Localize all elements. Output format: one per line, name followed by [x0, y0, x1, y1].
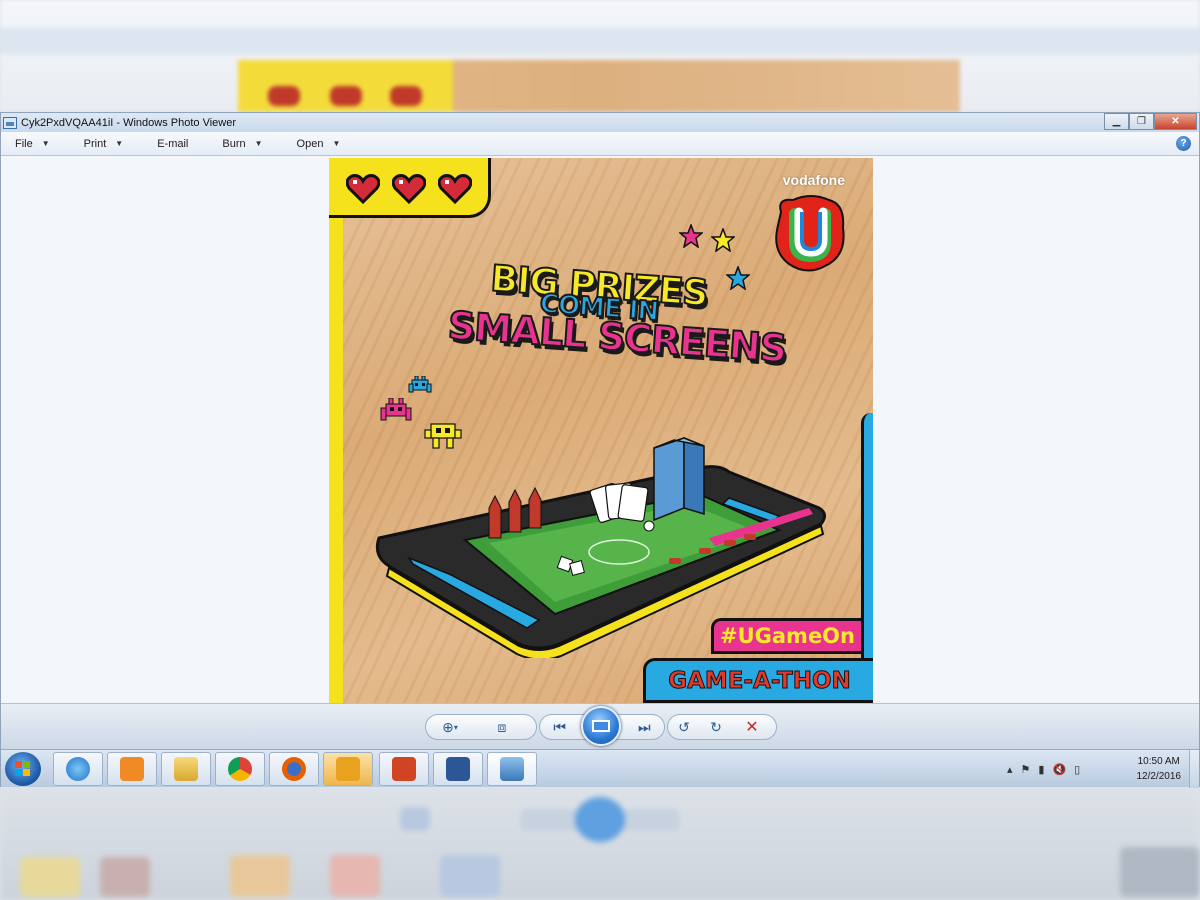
- viewer-controls: ⊕ ▾ ⧈ ⏮ ⏭ ↺ ↻ ✕: [1, 703, 1199, 749]
- background-thumbnail: [238, 60, 960, 112]
- chevron-down-icon: ▼: [41, 139, 50, 148]
- taskbar-firefox[interactable]: [269, 752, 319, 786]
- taskbar-chrome[interactable]: [215, 752, 265, 786]
- image-viewport[interactable]: vodafone BIG PRIZES COME IN SMALL SCREEN…: [1, 157, 1199, 703]
- media-player-icon: [120, 757, 144, 781]
- menu-open[interactable]: Open ▼: [291, 136, 347, 152]
- photo-viewer-icon: [3, 116, 17, 129]
- background-blur-top: [0, 0, 1200, 112]
- taskbar: ▴ ⚑ ▮ 🔇 ▯ 10:50 AM 12/2/2016: [1, 749, 1199, 788]
- actual-size-icon[interactable]: ⧈: [474, 719, 530, 736]
- menu-file[interactable]: File ▼: [9, 136, 56, 152]
- folder-icon: [174, 757, 198, 781]
- zoom-icon[interactable]: ⊕ ▾: [426, 719, 474, 736]
- rotate-clockwise-icon[interactable]: ↻: [700, 719, 732, 736]
- action-center-flag-icon[interactable]: ⚑: [1021, 763, 1031, 776]
- chevron-down-icon: ▼: [332, 139, 341, 148]
- taskbar-file-explorer[interactable]: [161, 752, 211, 786]
- star-icon: [711, 228, 735, 252]
- windows-logo-icon: [15, 761, 30, 776]
- network-signal-icon[interactable]: ▮: [1038, 763, 1044, 776]
- window-title: Cyk2PxdVQAA41iI - Windows Photo Viewer: [21, 116, 236, 129]
- taskbar-media-player[interactable]: [107, 752, 157, 786]
- lives-hearts: [345, 174, 473, 205]
- taskbar-photo-viewer[interactable]: [487, 752, 537, 786]
- help-icon[interactable]: ?: [1176, 136, 1191, 151]
- rotate-counterclockwise-icon[interactable]: ↺: [668, 719, 700, 736]
- taskbar-internet-explorer[interactable]: [53, 752, 103, 786]
- battery-icon[interactable]: ▯: [1074, 763, 1080, 776]
- headline: BIG PRIZES COME IN SMALL SCREENS: [389, 257, 809, 371]
- outlook-icon: [336, 757, 360, 781]
- photo-viewer-icon: [500, 757, 524, 781]
- clock-time: 10:50 AM: [1137, 756, 1180, 767]
- poster-image: vodafone BIG PRIZES COME IN SMALL SCREEN…: [329, 158, 873, 703]
- menu-print[interactable]: Print ▼: [78, 136, 130, 152]
- firefox-icon: [282, 757, 306, 781]
- taskbar-powerpoint[interactable]: [379, 752, 429, 786]
- heart-icon: [437, 174, 473, 205]
- background-bar: [0, 28, 1200, 54]
- background-blur-bottom: [0, 787, 1200, 900]
- show-desktop-button[interactable]: [1189, 750, 1199, 788]
- restore-button[interactable]: ❐: [1129, 113, 1154, 130]
- taskbar-word[interactable]: [433, 752, 483, 786]
- previous-icon[interactable]: ⏮: [540, 719, 579, 736]
- menu-bar: File ▼ Print ▼ E-mail Burn ▼ Open ▼ ?: [1, 132, 1199, 156]
- internet-explorer-icon: [66, 757, 90, 781]
- clock-date: 12/2/2016: [1136, 771, 1182, 782]
- word-icon: [446, 757, 470, 781]
- heart-icon: [345, 174, 381, 205]
- hashtag-banner: #UGameOn: [711, 618, 861, 654]
- minimize-button[interactable]: ▁: [1104, 113, 1129, 130]
- next-icon[interactable]: ⏭: [625, 719, 664, 736]
- star-icon: [679, 224, 703, 248]
- window-controls: ▁ ❐ ✕: [1104, 113, 1197, 130]
- chevron-down-icon: ▼: [254, 139, 263, 148]
- powerpoint-icon: [392, 757, 416, 781]
- start-button[interactable]: [5, 752, 41, 786]
- brand-name: vodafone: [782, 172, 845, 188]
- slideshow-icon: [592, 720, 610, 732]
- event-banner: GAME-A-THON: [643, 658, 873, 703]
- close-button[interactable]: ✕: [1154, 113, 1197, 130]
- title-bar[interactable]: Cyk2PxdVQAA41iI - Windows Photo Viewer ▁…: [1, 113, 1199, 132]
- u-logo: [773, 194, 847, 274]
- menu-email[interactable]: E-mail: [151, 136, 194, 152]
- clock[interactable]: 10:50 AM 12/2/2016: [1137, 754, 1182, 784]
- heart-icon: [391, 174, 427, 205]
- photo-viewer-window: Cyk2PxdVQAA41iI - Windows Photo Viewer ▁…: [0, 112, 1200, 788]
- taskbar-outlook[interactable]: [323, 752, 373, 786]
- delete-icon[interactable]: ✕: [732, 717, 772, 737]
- show-hidden-icons-icon[interactable]: ▴: [1007, 763, 1013, 776]
- chevron-down-icon: ▼: [115, 139, 124, 148]
- chrome-icon: [228, 757, 252, 781]
- menu-burn[interactable]: Burn ▼: [216, 136, 268, 152]
- slideshow-button[interactable]: [581, 706, 621, 746]
- volume-muted-icon[interactable]: 🔇: [1052, 763, 1066, 776]
